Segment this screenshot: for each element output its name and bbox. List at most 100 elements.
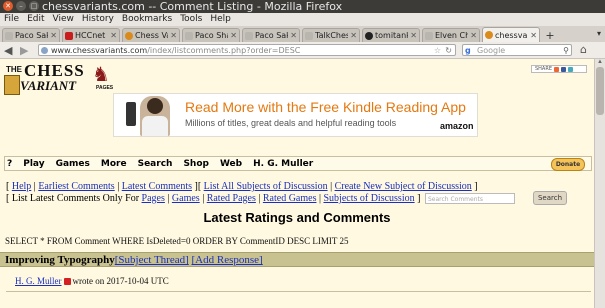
separator: | [330, 181, 333, 192]
forward-arrow-icon[interactable]: ▶ [20, 44, 28, 57]
close-tab-icon[interactable]: ✕ [110, 31, 117, 40]
menu-search[interactable]: Search [138, 159, 173, 169]
filter-subjects-link[interactable]: Subjects of Discussion [323, 193, 414, 204]
close-tab-icon[interactable]: ✕ [410, 31, 417, 40]
bracket: ] [417, 193, 421, 204]
logo-variant: VARIANT [20, 78, 77, 93]
google-engine-icon[interactable]: g [465, 45, 471, 56]
list-all-tabs-icon[interactable]: ▾ [597, 29, 601, 38]
list-all-subjects-link[interactable]: List All Subjects of Discussion [204, 181, 328, 192]
thread-title: Improving Typography [5, 254, 115, 266]
separator: | [167, 193, 170, 204]
maximize-window-icon[interactable]: □ [29, 1, 39, 11]
filter-rated-pages-link[interactable]: Rated Pages [207, 193, 256, 204]
close-tab-icon[interactable]: ✕ [350, 31, 357, 40]
filter-pages-link[interactable]: Pages [142, 193, 165, 204]
tab-chess-varia[interactable]: Chess Varia...✕ [122, 28, 180, 42]
close-tab-icon[interactable]: ✕ [530, 31, 537, 40]
subject-thread-link[interactable]: [Subject Thread] [115, 254, 189, 266]
url-domain: www.chessvariants.com [51, 46, 148, 55]
search-comments-button[interactable]: Search [533, 191, 567, 205]
menu-play[interactable]: Play [23, 159, 44, 169]
filter-games-link[interactable]: Games [172, 193, 200, 204]
menu-help-link[interactable]: ? [7, 159, 12, 169]
reload-icon[interactable]: ↻ [445, 45, 452, 56]
close-tab-icon[interactable]: ✕ [230, 31, 237, 40]
menu-shop[interactable]: Shop [183, 159, 209, 169]
share-orange-icon [554, 66, 559, 72]
latest-comments-link[interactable]: Latest Comments [122, 181, 192, 192]
scrollbar-thumb[interactable] [596, 67, 604, 115]
reader-photo [140, 96, 170, 136]
close-window-icon[interactable]: ✕ [3, 1, 13, 11]
close-tab-icon[interactable]: ✕ [170, 31, 177, 40]
tab-label: HCCnet [75, 31, 106, 40]
close-tab-icon[interactable]: ✕ [290, 31, 297, 40]
page-scrollbar[interactable]: ▲ [594, 59, 605, 308]
comment-thread-header: Improving Typography[Subject Thread] [Ad… [0, 252, 594, 267]
separator: | [202, 193, 205, 204]
menu-tools[interactable]: Tools [180, 13, 202, 26]
home-icon[interactable]: ⌂ [580, 43, 587, 56]
comment-byline: H. G. Muller wrote on 2017-10-04 UTC [15, 276, 169, 286]
donate-button[interactable]: Donate [551, 158, 585, 171]
menu-user[interactable]: H. G. Muller [253, 159, 313, 169]
comment-author-link[interactable]: H. G. Muller [15, 276, 62, 286]
menu-help[interactable]: Help [210, 13, 231, 26]
window-titlebar: ✕ – □ chessvariants.com -- Comment Listi… [0, 0, 605, 13]
add-response-link[interactable]: [Add Response] [192, 254, 263, 266]
menu-more[interactable]: More [101, 159, 127, 169]
menu-bookmarks[interactable]: Bookmarks [122, 13, 172, 26]
phone-image [126, 102, 136, 126]
tab-chessvariants-active[interactable]: chessvarian...✕ [482, 27, 540, 42]
web-search-placeholder: Google [477, 46, 506, 55]
menu-edit[interactable]: Edit [27, 13, 44, 26]
share-button[interactable]: SHARE [531, 65, 587, 73]
back-arrow-icon[interactable]: ◀ [4, 44, 12, 57]
help-link[interactable]: Help [12, 181, 31, 192]
tab-paco-sako-a[interactable]: Paco Sako a...✕ [2, 28, 60, 42]
new-tab-icon[interactable]: + [544, 29, 556, 42]
generic-favicon-icon [425, 31, 433, 40]
menu-view[interactable]: View [53, 13, 74, 26]
tab-elven-chess[interactable]: Elven Chess ...✕ [422, 28, 480, 42]
generic-favicon-icon [185, 31, 193, 40]
menu-web[interactable]: Web [220, 159, 242, 169]
filter-rated-games-link[interactable]: Rated Games [263, 193, 317, 204]
sql-query-text: SELECT * FROM Comment WHERE IsDeleted=0 … [5, 236, 349, 246]
menu-file[interactable]: File [4, 13, 19, 26]
earliest-comments-link[interactable]: Earliest Comments [38, 181, 114, 192]
page-title: Latest Ratings and Comments [203, 210, 391, 225]
tab-talkchess[interactable]: TalkChess.c...✕ [302, 28, 360, 42]
scroll-up-icon[interactable]: ▲ [597, 59, 603, 65]
kindle-advertisement[interactable]: Read More with the Free Kindle Reading A… [113, 93, 478, 137]
search-icon[interactable]: ⚲ [563, 45, 569, 56]
tab-paco-sako-p[interactable]: Paco Sako p...✕ [242, 28, 300, 42]
separator: | [258, 193, 261, 204]
tab-hccnet[interactable]: HCCnet ✕ [62, 28, 120, 42]
create-subject-link[interactable]: Create New Subject of Discussion [335, 181, 472, 192]
site-identity-icon[interactable] [41, 47, 48, 54]
divider [6, 291, 591, 292]
search-comments-input[interactable]: Search Comments [424, 193, 515, 204]
bookmark-star-icon[interactable]: ☆ [434, 45, 441, 56]
tab-paco-shako[interactable]: Paco Shako ...✕ [182, 28, 240, 42]
chess-variant-pages-logo[interactable]: THE CHESS ♞ VARIANT PAGES [4, 61, 120, 97]
tab-label: Chess Varia... [135, 31, 168, 40]
url-bar[interactable]: www.chessvariants.com/index/listcomments… [38, 44, 456, 56]
share-label: SHARE [535, 66, 552, 72]
menu-history[interactable]: History [82, 13, 114, 26]
minimize-window-icon[interactable]: – [16, 1, 26, 11]
web-search-field[interactable]: g Google ⚲ [462, 44, 572, 56]
page-content: THE CHESS ♞ VARIANT PAGES SHARE Read Mor… [0, 59, 594, 308]
close-tab-icon[interactable]: ✕ [470, 31, 477, 40]
comment-links-row: [ Help | Earliest Comments | Latest Comm… [6, 181, 478, 192]
separator: | [33, 181, 36, 192]
tab-label: chessvarian... [495, 30, 528, 40]
comment-date: wrote on 2017-10-04 UTC [72, 276, 169, 286]
close-tab-icon[interactable]: ✕ [50, 31, 57, 40]
tab-tomitank[interactable]: tomitankChe...✕ [362, 28, 420, 42]
separator: | [318, 193, 321, 204]
menu-games[interactable]: Games [56, 159, 90, 169]
logo-pages: PAGES [96, 85, 114, 91]
